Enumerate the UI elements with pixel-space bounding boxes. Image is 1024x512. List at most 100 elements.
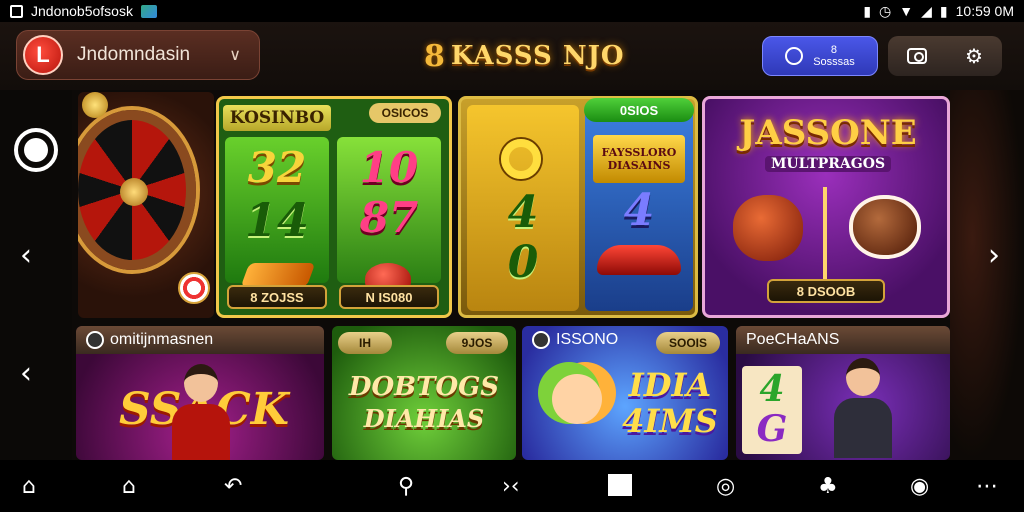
status-left: Jndonob5ofsosk — [10, 3, 157, 19]
wifi-icon: ▼ — [899, 3, 914, 19]
orange-slice-icon — [240, 263, 316, 287]
game-tile[interactable]: omitijnmasnen SSACK — [76, 326, 324, 460]
purple-value-bar: 8 DSOOB — [767, 279, 885, 303]
carousel-prev-icon[interactable]: ‹ — [20, 238, 32, 273]
chat-icon[interactable]: ◎ — [716, 474, 735, 500]
reel-symbol: 87 — [359, 193, 419, 242]
reel-symbol: 14 — [244, 193, 309, 247]
battery-icon: ▮ — [939, 2, 948, 19]
wheel-hub — [120, 178, 148, 206]
character-icon — [170, 364, 230, 460]
brand-title: 8 KASSS NJO — [424, 36, 625, 76]
game-tile[interactable]: IH 9JOS DOBTOGS DIAHIAS — [332, 326, 516, 460]
header-actions: ⚙ — [888, 36, 1002, 76]
store-icon[interactable]: ⌂ — [122, 474, 136, 500]
right-edge — [950, 90, 1024, 460]
purple-banner[interactable]: JASSONE MULTPRAGOS 8 DSOOB — [702, 96, 950, 318]
search-icon[interactable]: ⚲ — [398, 474, 414, 500]
roulette-banner[interactable] — [78, 92, 214, 318]
games-prev-icon[interactable]: ‹ — [20, 356, 32, 391]
tile-pill-right: 9JOS — [446, 332, 508, 354]
reel-symbol: 10 — [359, 143, 419, 192]
brand-name: KASSS NJO — [450, 41, 625, 71]
slot-value-bar: N IS080 — [339, 285, 439, 309]
reel-symbol: 0 — [507, 237, 539, 288]
account-name: Jndomndasin — [77, 44, 191, 65]
back-icon[interactable]: ↶ — [224, 474, 242, 500]
chip-icon — [178, 272, 210, 304]
purple-banner-title-block: JASSONE MULTPRAGOS — [723, 113, 933, 172]
app-thumbnail-icon — [140, 4, 157, 18]
wallet-line-2: Sosssas — [813, 56, 855, 68]
blue-reel-title: FAYSSLORO DIASAINS — [593, 135, 685, 183]
tile-title-line2: 4IMS — [622, 402, 718, 440]
slot-reel-right: 10 87 — [337, 137, 441, 295]
card-reel: 4 G — [742, 366, 802, 454]
character-icon — [552, 374, 602, 424]
game-icon — [86, 331, 104, 349]
character-icon — [832, 358, 892, 458]
notification-icon: ▮ — [863, 2, 872, 19]
tile-pill-left-text: IH — [359, 336, 371, 350]
plate-food-icon — [849, 195, 921, 259]
green-slot-banner[interactable]: KOSINBO OSICOS 32 14 10 87 8 ZOJSS N IS0… — [216, 96, 452, 318]
rewards-icon[interactable]: ♣ — [818, 474, 838, 500]
tile-title-line1: IDIA — [628, 366, 712, 404]
game-tile[interactable]: ISSONO SOOIS IDIA 4IMS — [522, 326, 728, 460]
tile-label: ISSONO — [556, 331, 619, 348]
account-selector[interactable]: L Jndomndasin ∨ — [16, 30, 260, 80]
tile-pill: SOOIS — [656, 332, 720, 354]
gold-reel: 4 0 — [467, 105, 579, 311]
status-app-name: Jndonob5ofsosk — [31, 3, 133, 19]
tile-label: omitijnmasnen — [110, 331, 214, 348]
square-icon — [10, 4, 23, 18]
status-right: ▮ ◷ ▼ ◢ ▮ 10:59 0M — [863, 3, 1014, 20]
camera-icon[interactable] — [907, 48, 928, 64]
slot-title: KOSINBO — [223, 105, 331, 131]
reel-symbol: 4 — [759, 368, 785, 410]
status-time: 10:59 0M — [955, 3, 1014, 19]
roulette-wheel-icon — [78, 110, 196, 270]
inbox-icon[interactable] — [608, 474, 632, 503]
app-header: L Jndomndasin ∨ 8 KASSS NJO 8 Sosssas ⚙ — [0, 22, 1024, 90]
gear-icon[interactable]: ⚙ — [965, 44, 983, 69]
wallet-line-1: 8 — [830, 44, 838, 56]
coin-icon — [82, 92, 108, 118]
blue-reel: FAYSSLORO DIASAINS 4 — [585, 105, 693, 311]
carousel-next-icon[interactable]: › — [988, 238, 1000, 273]
game-icon — [532, 331, 550, 349]
slot-value-bar: 8 ZOJSS — [227, 285, 327, 309]
tile-pill-left: IH — [338, 332, 392, 354]
purple-banner-title: JASSONE — [739, 113, 917, 153]
brand-logo-icon: L — [23, 35, 63, 75]
gold-slot-banner[interactable]: 4 0 FAYSSLORO DIASAINS 4 — [458, 96, 698, 318]
hat-icon — [597, 245, 681, 275]
more-icon[interactable]: ⋯ — [976, 474, 998, 500]
tile-header: PoeCHaANS — [736, 326, 950, 354]
profile-icon[interactable]: ◉ — [910, 474, 929, 500]
tile-label: PoeCHaANS — [746, 331, 840, 348]
tile-title-line1: DOBTOGS — [348, 372, 500, 402]
reel-symbol: 32 — [247, 143, 307, 192]
home-icon[interactable]: ⌂ — [22, 474, 36, 500]
game-tile[interactable]: PoeCHaANS 4 G — [736, 326, 950, 460]
chevron-down-icon: ∨ — [229, 47, 241, 64]
gold-slot-pill: 0SIOS — [584, 98, 694, 122]
wallet-button[interactable]: 8 Sosssas — [762, 36, 878, 76]
wallet-text: 8 Sosssas — [813, 44, 855, 68]
record-icon[interactable] — [14, 128, 58, 172]
signal-icon: ◢ — [921, 2, 932, 19]
reel-symbol: G — [756, 408, 788, 450]
slot-pill: OSICOS — [369, 103, 441, 123]
tile-header: omitijnmasnen — [76, 326, 324, 354]
wallet-icon — [785, 47, 804, 65]
roast-fruit-icon — [733, 195, 803, 261]
alarm-icon: ◷ — [879, 2, 892, 19]
status-bar: Jndonob5ofsosk ▮ ◷ ▼ ◢ ▮ 10:59 0M — [0, 0, 1024, 22]
reel-symbol: 4 — [623, 185, 655, 236]
slot-reel-left: 32 14 — [225, 137, 329, 287]
collapse-icon[interactable]: ›‹ — [502, 474, 520, 500]
reel-symbol: 4 — [507, 187, 539, 238]
purple-banner-subtitle: MULTPRAGOS — [764, 156, 892, 172]
reel-divider — [823, 187, 827, 283]
